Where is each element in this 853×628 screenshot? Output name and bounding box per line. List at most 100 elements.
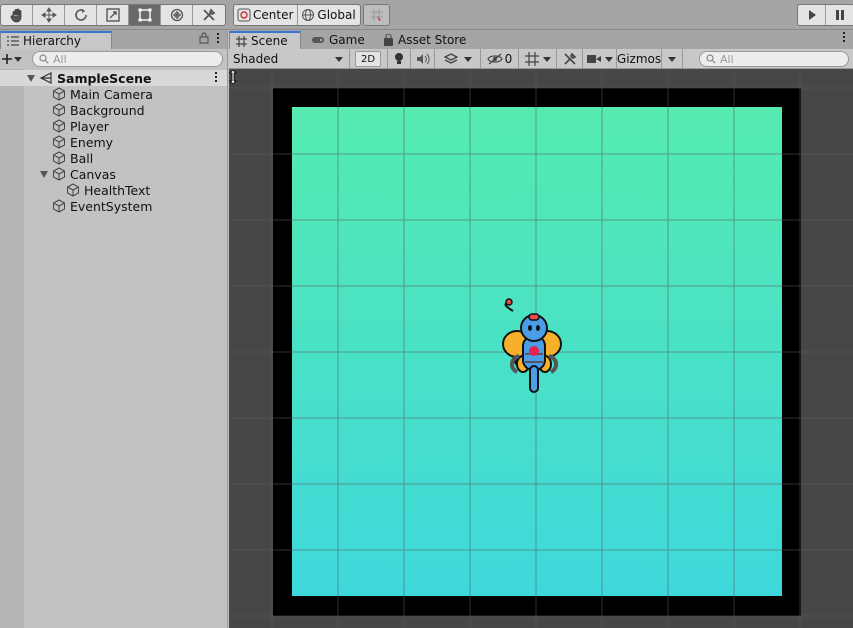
grid-icon: [524, 52, 539, 66]
gizmos-button[interactable]: Gizmos: [617, 49, 661, 69]
shopping-bag-icon: [384, 34, 393, 46]
play-button[interactable]: [798, 5, 826, 25]
tab-game[interactable]: Game: [305, 31, 371, 49]
chevron-down-icon: [14, 56, 22, 62]
chevron-down-icon: [463, 56, 472, 62]
unity-scene-icon: [39, 72, 52, 84]
gameobject-cube-icon: [53, 199, 65, 213]
scene-viewport[interactable]: [229, 70, 853, 628]
grid-snap-button[interactable]: [364, 5, 389, 25]
transform-tool-button[interactable]: [161, 5, 193, 25]
pivot-label: Center: [253, 8, 294, 22]
gizmos-dropdown[interactable]: [661, 49, 683, 69]
shading-mode-label: Shaded: [233, 52, 279, 66]
camera-icon: [586, 55, 601, 63]
hierarchy-item[interactable]: Enemy: [0, 134, 227, 150]
globe-icon: [302, 9, 315, 21]
pivot-group: Center Global: [233, 4, 361, 26]
main-toolbar: Center Global: [0, 0, 853, 30]
chevron-down-icon: [335, 56, 343, 62]
list-icon: [7, 36, 19, 46]
tab-game-label: Game: [329, 33, 365, 47]
camera-dropdown[interactable]: [583, 49, 617, 69]
gameobject-cube-icon: [53, 151, 65, 165]
toggle-2d-button[interactable]: 2D: [355, 51, 381, 67]
scene-row[interactable]: SampleScene: [0, 70, 227, 86]
pivot-global-button[interactable]: Global: [298, 5, 359, 25]
hierarchy-search-placeholder: All: [53, 52, 67, 66]
tab-menu-icon[interactable]: [843, 32, 845, 42]
hierarchy-tabbar: Hierarchy: [0, 30, 227, 49]
hierarchy-item[interactable]: Main Camera: [0, 86, 227, 102]
tab-hierarchy[interactable]: Hierarchy: [0, 31, 112, 49]
tab-menu-icon[interactable]: [217, 33, 219, 43]
hierarchy-item-label: Main Camera: [70, 86, 153, 102]
plus-icon: [2, 54, 12, 64]
hierarchy-item[interactable]: Ball: [0, 150, 227, 166]
gamepad-icon: [312, 37, 324, 43]
grid-hash-icon: [236, 35, 247, 47]
hierarchy-item-label: HealthText: [84, 182, 151, 198]
grid-dropdown[interactable]: [519, 49, 557, 69]
chevron-down-icon: [542, 56, 551, 62]
hand-tool-button[interactable]: [1, 5, 33, 25]
rect-transform-icon: [138, 8, 151, 22]
audio-toggle[interactable]: [411, 49, 435, 69]
hierarchy-item[interactable]: Background: [0, 102, 227, 118]
hidden-count: 0: [504, 52, 513, 66]
toggle-2d-label: 2D: [360, 53, 376, 65]
transform-tools-group: [0, 4, 226, 26]
effects-layers-icon: [443, 53, 458, 64]
playmode-group: [797, 4, 853, 26]
tab-asset-store[interactable]: Asset Store: [377, 31, 472, 49]
gameobject-cube-icon: [53, 167, 65, 181]
move-tool-button[interactable]: [33, 5, 65, 25]
tools-icon: [203, 8, 216, 21]
scene-search-input[interactable]: All: [699, 51, 849, 67]
gameobject-cube-icon: [53, 103, 65, 117]
gameobject-cube-icon: [53, 135, 65, 149]
rotate-tool-button[interactable]: [65, 5, 97, 25]
play-icon: [808, 10, 816, 20]
search-icon: [39, 54, 49, 64]
effects-dropdown[interactable]: [435, 49, 481, 69]
hierarchy-item-label: Player: [70, 118, 109, 134]
expand-arrow-icon[interactable]: [40, 171, 48, 178]
scene-menu-icon[interactable]: [215, 72, 217, 82]
hierarchy-item[interactable]: Player: [0, 118, 227, 134]
hierarchy-tab-actions: [199, 32, 219, 44]
tools-icon: [563, 52, 576, 65]
hierarchy-item[interactable]: HealthText: [0, 182, 227, 198]
chevron-down-icon: [604, 56, 613, 62]
transform-icon: [170, 8, 183, 22]
custom-tool-button[interactable]: [193, 5, 225, 25]
hierarchy-search-input[interactable]: All: [32, 51, 223, 67]
rect-tool-button[interactable]: [129, 5, 161, 25]
hierarchy-item-label: Ball: [70, 150, 94, 166]
chevron-down-icon: [668, 56, 676, 62]
lighting-toggle[interactable]: [387, 49, 411, 69]
tab-scene[interactable]: Scene: [229, 31, 301, 49]
scene-canvas[interactable]: [229, 70, 853, 628]
hierarchy-item[interactable]: EventSystem: [0, 198, 227, 214]
hierarchy-item-label: Background: [70, 102, 145, 118]
pivot-icon: [237, 8, 251, 22]
hierarchy-tree: SampleScene Main Camera Background Playe…: [0, 70, 227, 214]
expand-arrow-icon[interactable]: [27, 75, 35, 82]
pause-button[interactable]: [826, 5, 853, 25]
tab-hierarchy-label: Hierarchy: [23, 34, 82, 48]
scale-icon: [105, 8, 120, 22]
hierarchy-item[interactable]: Canvas: [0, 166, 227, 182]
lock-icon[interactable]: [199, 32, 209, 44]
scene-visibility-toggle[interactable]: 0: [481, 49, 519, 69]
pivot-center-button[interactable]: Center: [234, 5, 299, 25]
scale-tool-button[interactable]: [97, 5, 129, 25]
create-dropdown-button[interactable]: [2, 51, 28, 67]
search-icon: [706, 54, 716, 64]
hierarchy-searchbar: All: [0, 49, 227, 69]
gameobject-cube-icon: [53, 119, 65, 133]
editor-tools-button[interactable]: [557, 49, 583, 69]
snap-group: [363, 4, 390, 26]
shading-mode-dropdown[interactable]: Shaded: [229, 49, 350, 69]
hidden-eye-icon: [487, 53, 503, 65]
